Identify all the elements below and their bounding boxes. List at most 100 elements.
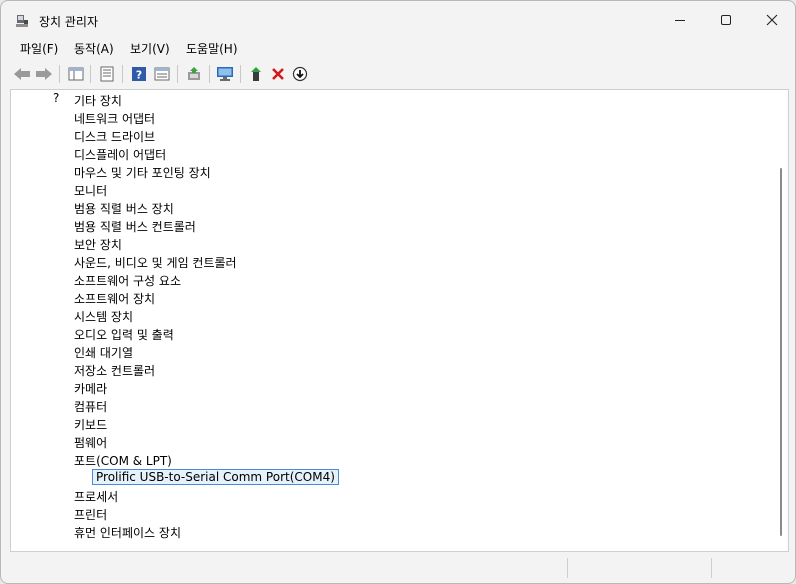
forward-arrow-icon xyxy=(36,68,52,80)
tree-category-label: 모니터 xyxy=(74,184,108,198)
toolbar: ? xyxy=(9,61,789,87)
tree-category[interactable]: 소프트웨어 구성 요소 xyxy=(11,270,771,288)
tree-category-label: 범용 직렬 버스 컨트롤러 xyxy=(74,220,196,234)
chevron-down-icon[interactable] xyxy=(36,453,48,465)
tree-category-label: 범용 직렬 버스 장치 xyxy=(74,202,174,216)
chevron-right-icon[interactable] xyxy=(36,93,48,105)
chevron-right-icon[interactable] xyxy=(36,111,48,123)
hid-icon xyxy=(53,523,69,539)
help-button[interactable]: ? xyxy=(129,64,149,84)
tree-category[interactable]: 인쇄 대기열 xyxy=(11,342,771,360)
status-separator xyxy=(711,558,712,578)
display-adapter-icon xyxy=(53,145,69,161)
minimize-button[interactable] xyxy=(657,1,703,39)
tree-category[interactable]: 범용 직렬 버스 컨트롤러 xyxy=(11,216,771,234)
view-details-button[interactable] xyxy=(152,64,172,84)
tree-category[interactable]: 컴퓨터 xyxy=(11,396,771,414)
tree-category[interactable]: 모니터 xyxy=(11,180,771,198)
console-tree-icon xyxy=(68,67,84,81)
network-adapter-icon xyxy=(53,109,69,125)
chevron-right-icon[interactable] xyxy=(36,417,48,429)
tree-category[interactable]: 네트워크 어댑터 xyxy=(11,108,771,126)
tree-category[interactable]: 프린터 xyxy=(11,504,771,522)
menu-file[interactable]: 파일(F) xyxy=(20,40,58,57)
tree-category[interactable]: 오디오 입력 및 출력 xyxy=(11,324,771,342)
tree-category[interactable]: 마우스 및 기타 포인팅 장치 xyxy=(11,162,771,180)
toolbar-separator xyxy=(209,65,210,83)
tree-category-label: 키보드 xyxy=(74,418,108,432)
chevron-right-icon[interactable] xyxy=(36,345,48,357)
tree-category[interactable]: 사운드, 비디오 및 게임 컨트롤러 xyxy=(11,252,771,270)
chevron-right-icon[interactable] xyxy=(36,309,48,321)
device-tree[interactable]: ? 기타 장치 네트워크 어댑터 디스크 드라이브 디스플레이 어댑터 마우스 및 기타 … xyxy=(10,89,789,552)
chevron-right-icon[interactable] xyxy=(36,165,48,177)
help-icon: ? xyxy=(132,67,146,82)
speaker-icon xyxy=(53,325,69,341)
chevron-right-icon[interactable] xyxy=(36,273,48,285)
enable-device-button[interactable] xyxy=(246,64,266,84)
tree-category-label: 카메라 xyxy=(74,382,108,396)
tree-category[interactable]: 저장소 컨트롤러 xyxy=(11,360,771,378)
show-hide-console-tree-button[interactable] xyxy=(66,64,86,84)
usb-icon xyxy=(53,199,69,215)
tree-category-label: 사운드, 비디오 및 게임 컨트롤러 xyxy=(74,256,237,270)
close-button[interactable] xyxy=(749,1,795,39)
svg-text:?: ? xyxy=(53,91,60,105)
menu-help[interactable]: 도움말(H) xyxy=(186,40,238,57)
forward-button[interactable] xyxy=(34,64,54,84)
chevron-right-icon[interactable] xyxy=(36,489,48,501)
tree-category[interactable]: 키보드 xyxy=(11,414,771,432)
chevron-right-icon[interactable] xyxy=(36,291,48,303)
chevron-right-icon[interactable] xyxy=(36,507,48,519)
properties-button[interactable] xyxy=(97,64,117,84)
firmware-icon xyxy=(53,433,69,449)
tree-category[interactable]: 디스플레이 어댑터 xyxy=(11,144,771,162)
tree-category[interactable]: 시스템 장치 xyxy=(11,306,771,324)
processor-icon xyxy=(53,487,69,503)
maximize-button[interactable] xyxy=(703,1,749,39)
scan-hardware-button[interactable] xyxy=(215,64,235,84)
uninstall-device-button[interactable] xyxy=(268,64,288,84)
monitor-icon xyxy=(53,181,69,197)
chevron-right-icon[interactable] xyxy=(36,525,48,537)
tree-device-item[interactable]: Prolific USB-to-Serial Comm Port(COM4) xyxy=(11,468,771,486)
tree-category[interactable]: ? 기타 장치 xyxy=(11,90,771,108)
chevron-right-icon[interactable] xyxy=(36,237,48,249)
details-view-icon xyxy=(154,67,170,81)
chevron-right-icon[interactable] xyxy=(36,399,48,411)
speaker-icon xyxy=(53,253,69,269)
toolbar-separator xyxy=(90,65,91,83)
tree-category[interactable]: 휴먼 인터페이스 장치 xyxy=(11,522,771,540)
tree-category[interactable]: 포트(COM & LPT) xyxy=(11,450,771,468)
tree-category[interactable]: 디스크 드라이브 xyxy=(11,126,771,144)
back-button[interactable] xyxy=(12,64,32,84)
tree-category[interactable]: 카메라 xyxy=(11,378,771,396)
chevron-right-icon[interactable] xyxy=(36,435,48,447)
chevron-right-icon[interactable] xyxy=(36,201,48,213)
tree-category[interactable]: 펌웨어 xyxy=(11,432,771,450)
tree-category[interactable]: 보안 장치 xyxy=(11,234,771,252)
delete-x-icon xyxy=(272,68,284,80)
chevron-right-icon[interactable] xyxy=(36,129,48,141)
scrollbar-thumb[interactable] xyxy=(780,168,782,536)
tree-category[interactable]: 소프트웨어 장치 xyxy=(11,288,771,306)
chevron-right-icon[interactable] xyxy=(36,255,48,267)
menu-view[interactable]: 보기(V) xyxy=(130,40,170,57)
chevron-right-icon[interactable] xyxy=(36,219,48,231)
update-driver-button[interactable] xyxy=(184,64,204,84)
menu-action[interactable]: 동작(A) xyxy=(74,40,114,57)
disable-device-button[interactable] xyxy=(290,64,310,84)
tree-category-label: 프로세서 xyxy=(74,490,119,504)
tree-category[interactable]: 범용 직렬 버스 장치 xyxy=(11,198,771,216)
chevron-right-icon[interactable] xyxy=(36,147,48,159)
chevron-right-icon[interactable] xyxy=(36,381,48,393)
chevron-right-icon[interactable] xyxy=(36,363,48,375)
port-icon xyxy=(53,451,69,467)
window-title: 장치 관리자 xyxy=(39,15,99,29)
vertical-scrollbar[interactable] xyxy=(774,90,788,551)
chevron-right-icon[interactable] xyxy=(36,183,48,195)
chevron-right-icon[interactable] xyxy=(36,327,48,339)
tree-category[interactable]: 프로세서 xyxy=(11,486,771,504)
tree-category-label: 소프트웨어 장치 xyxy=(74,292,156,306)
update-driver-icon xyxy=(188,67,200,80)
